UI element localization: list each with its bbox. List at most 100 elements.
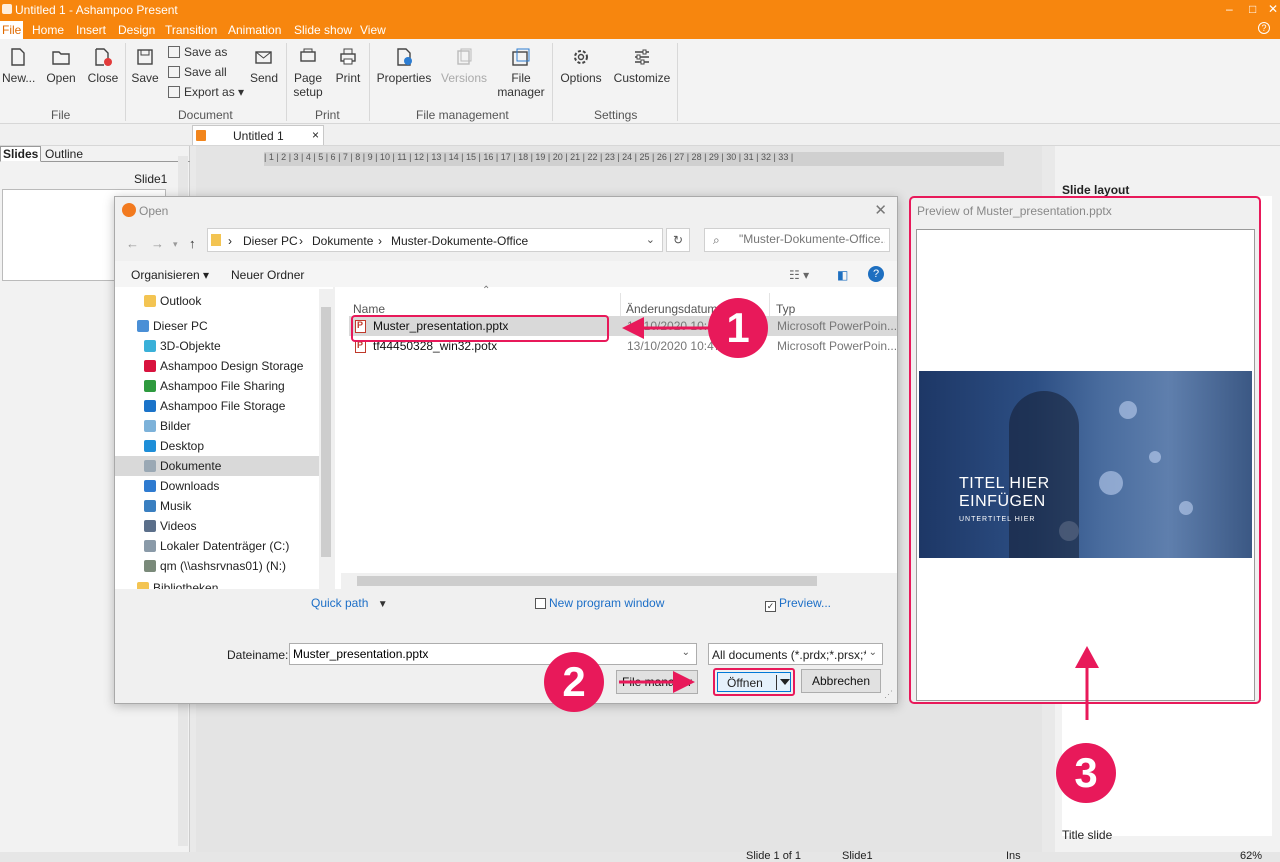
nav-item-desktop[interactable]: Desktop (115, 436, 319, 456)
search-box[interactable]: ⌕ (704, 228, 890, 252)
maximize-button[interactable]: □ (1249, 2, 1256, 16)
cancel-button[interactable]: Abbrechen (801, 669, 881, 693)
preview-panel: Preview of Muster_presentation.pptx TITE… (909, 196, 1261, 704)
print-button[interactable]: Print (332, 47, 364, 85)
nav-item-dieser-pc[interactable]: Dieser PC (115, 316, 319, 336)
customize-button[interactable]: Customize (612, 47, 672, 85)
menu-home[interactable]: Home (32, 23, 64, 37)
nav-item-musik[interactable]: Musik (115, 496, 319, 516)
breadcrumb-muster[interactable]: Muster-Dokumente-Office (391, 234, 528, 248)
file-list-scrollbar[interactable] (341, 573, 897, 589)
nav-item-label: Ashampoo File Sharing (160, 379, 285, 393)
resize-grip-icon[interactable]: ⋰ (884, 689, 893, 700)
refresh-button[interactable]: ↻ (666, 228, 690, 252)
save-all-button[interactable]: Save all (168, 65, 227, 79)
open-label: Open (46, 71, 76, 85)
menu-view[interactable]: View (360, 23, 386, 37)
menu-bar: File Home Insert Design Transition Anima… (0, 20, 1280, 39)
export-as-button[interactable]: Export as ▾ (168, 85, 244, 99)
breadcrumb-dieser-pc[interactable]: Dieser PC (243, 234, 298, 248)
preview-pane-icon[interactable]: ◧ (837, 268, 848, 282)
column-separator[interactable] (620, 293, 621, 317)
page-setup-button[interactable]: Page setup (292, 47, 324, 99)
address-dropdown-icon[interactable]: ⌄ (646, 233, 655, 246)
versions-button[interactable]: Versions (440, 47, 488, 85)
nav-item-3d-objekte[interactable]: 3D-Objekte (115, 336, 319, 356)
menu-animation[interactable]: Animation (228, 23, 281, 37)
nav-item-bibliotheken[interactable]: Bibliotheken (115, 578, 319, 589)
column-type[interactable]: Typ (776, 302, 795, 316)
properties-button[interactable]: Properties (376, 47, 432, 85)
dropdown-arrow-icon[interactable] (780, 679, 790, 685)
nav-item-ashampoo-file-storage[interactable]: Ashampoo File Storage (115, 396, 319, 416)
navigation-scrollbar[interactable] (319, 289, 333, 589)
up-arrow-icon[interactable]: ↑ (189, 236, 196, 251)
open-button[interactable]: Open (44, 47, 78, 85)
chevron-down-icon: ▼ (377, 599, 388, 610)
document-tab[interactable]: Untitled 1 × (192, 125, 324, 145)
filename-input[interactable] (293, 647, 673, 661)
help-icon[interactable]: ? (1258, 22, 1270, 34)
preview-checkbox[interactable]: ✓ Preview... (765, 596, 831, 612)
save-as-button[interactable]: Save as (168, 45, 227, 59)
menu-file[interactable]: File (0, 21, 24, 39)
options-button[interactable]: Options (558, 47, 604, 85)
quick-path-button[interactable]: Quick path ▼ (311, 596, 388, 610)
new-program-window-checkbox[interactable]: New program window (535, 596, 664, 610)
sliders-icon (635, 49, 649, 65)
send-button[interactable]: Send (248, 47, 280, 85)
arrow-left-icon (622, 317, 720, 339)
column-date[interactable]: Änderungsdatum (626, 302, 717, 316)
nav-item-bilder[interactable]: Bilder (115, 416, 319, 436)
filename-field[interactable]: ⌄ (289, 643, 697, 665)
chevron-down-icon[interactable]: ⌄ (682, 647, 690, 658)
navigation-scrollbar-thumb[interactable] (321, 307, 331, 557)
forward-arrow-icon[interactable]: → (151, 236, 164, 251)
menu-slide-show[interactable]: Slide show (294, 23, 352, 37)
new-program-window-label: New program window (549, 596, 665, 610)
nav-item-videos[interactable]: Videos (115, 516, 319, 536)
menu-insert[interactable]: Insert (76, 23, 106, 37)
save-as-icon (168, 46, 180, 58)
document-tab-close[interactable]: × (312, 128, 319, 142)
filetype-select[interactable]: All documents (*.prdx;*.prsx;*.p ⌄ (708, 643, 883, 665)
new-folder-button[interactable]: Neuer Ordner (231, 268, 304, 282)
organize-button[interactable]: Organisieren ▾ (131, 268, 209, 282)
search-input[interactable] (739, 232, 885, 246)
nav-item-outlook[interactable]: Outlook (115, 291, 319, 311)
nav-item-local-drive[interactable]: Lokaler Datenträger (C:) (115, 536, 319, 556)
tab-slides[interactable]: Slides (0, 146, 42, 162)
column-name[interactable]: Name (353, 302, 385, 316)
save-button[interactable]: Save (130, 47, 160, 85)
nav-item-label: Bilder (160, 419, 191, 433)
menu-design[interactable]: Design (118, 23, 155, 37)
nav-item-label: Videos (160, 519, 197, 533)
view-options-icon[interactable]: ☷ ▾ (789, 268, 809, 282)
address-bar[interactable]: › Dieser PC › Dokumente › Muster-Dokumen… (207, 228, 663, 252)
help-circle-icon[interactable]: ? (868, 266, 884, 282)
close-window-button[interactable]: ✕ (1268, 2, 1278, 16)
back-arrow-icon[interactable]: ← (126, 236, 139, 251)
nav-item-ashampoo-design-storage[interactable]: Ashampoo Design Storage (115, 356, 319, 376)
open-split-button[interactable]: Öffnen (717, 672, 791, 692)
close-doc-button[interactable]: Close (86, 47, 120, 85)
recent-chevron-icon[interactable]: ▾ (173, 239, 178, 250)
new-button[interactable]: New... (2, 47, 35, 85)
nav-item-dokumente[interactable]: Dokumente (115, 456, 319, 476)
tab-outline[interactable]: Outline (45, 147, 83, 161)
minimize-button[interactable]: – (1226, 2, 1233, 16)
open-button-label[interactable]: Öffnen (727, 676, 763, 690)
close-label: Close (87, 71, 119, 85)
breadcrumb-dokumente[interactable]: Dokumente (312, 234, 373, 248)
checkbox-checked[interactable]: ✓ (765, 601, 776, 612)
menu-transition[interactable]: Transition (165, 23, 217, 37)
column-separator[interactable] (769, 293, 770, 317)
file-manager-button[interactable]: File manager (496, 47, 546, 99)
nav-item-ashampoo-file-sharing[interactable]: Ashampoo File Sharing (115, 376, 319, 396)
file-list-scrollbar-thumb[interactable] (357, 576, 817, 586)
nav-item-downloads[interactable]: Downloads (115, 476, 319, 496)
checkbox-unchecked[interactable] (535, 598, 546, 609)
nav-item-label: qm (\\ashsrvnas01) (N:) (160, 559, 287, 573)
nav-item-network-drive[interactable]: qm (\\ashsrvnas01) (N:) (115, 556, 319, 576)
dialog-close-icon[interactable]: ✕ (874, 201, 887, 219)
